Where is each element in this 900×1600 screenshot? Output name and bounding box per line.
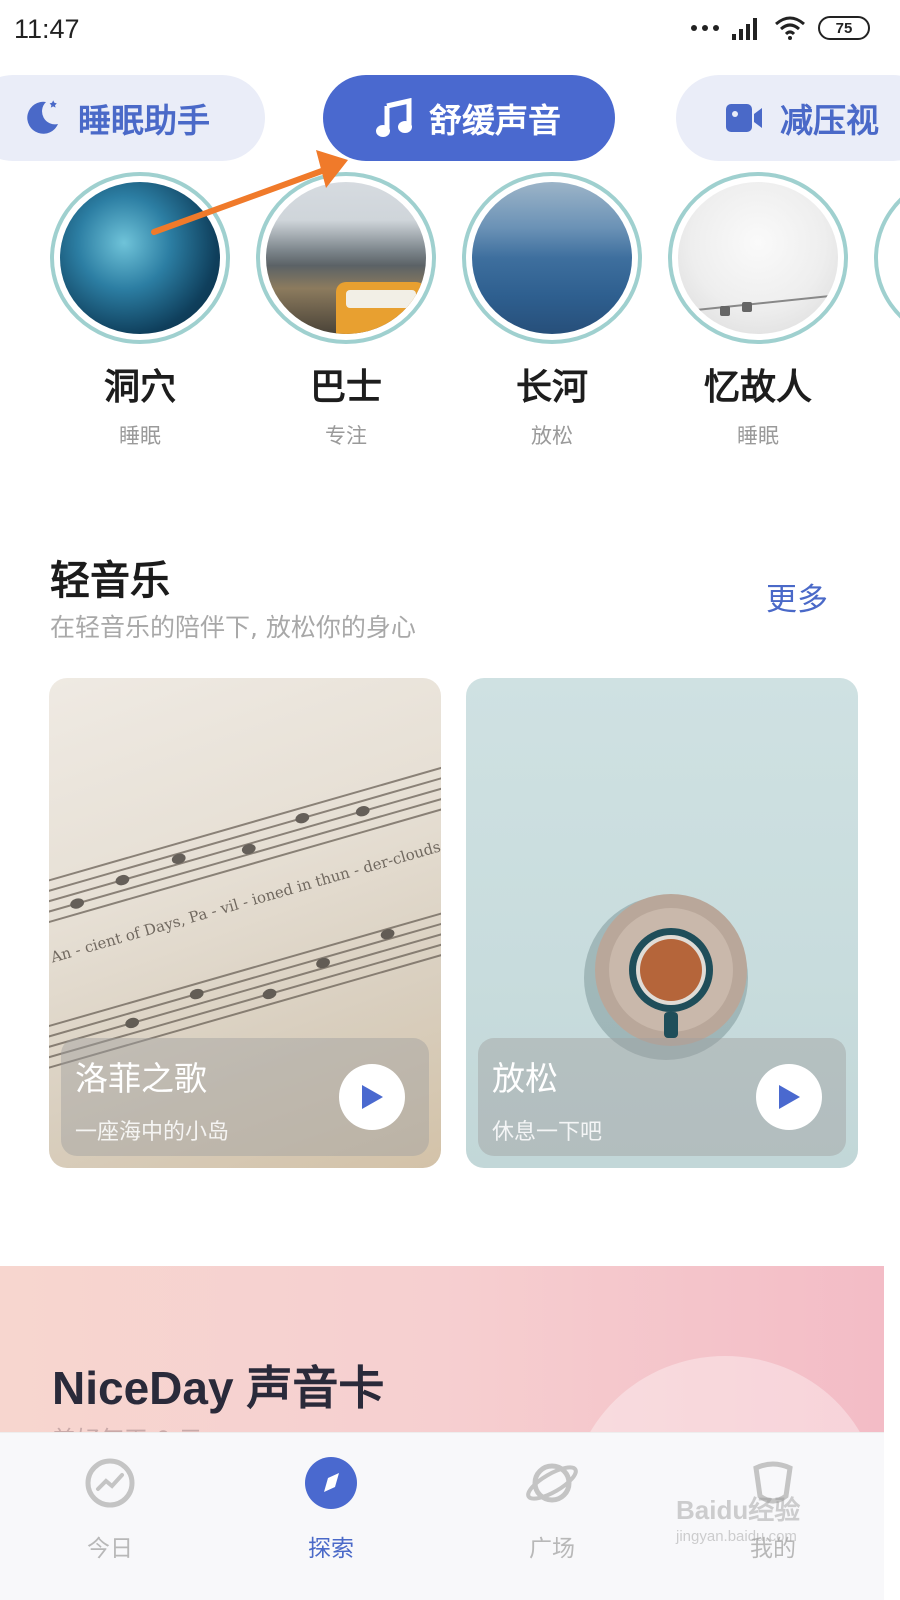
tab-label: 探索 [308, 1536, 354, 1562]
sound-name: 巴士 [309, 367, 382, 408]
music-note-icon [376, 98, 412, 137]
more-dots-icon [691, 25, 719, 31]
sound-thumbnail [462, 172, 642, 344]
card-info: 放松 休息一下吧 [478, 1038, 846, 1156]
play-button[interactable] [339, 1064, 405, 1130]
signal-icon [732, 18, 757, 40]
planet-icon [524, 1455, 580, 1511]
chip-stress-video[interactable]: 减压视 [676, 75, 900, 161]
tab-explore[interactable]: 探索 [261, 1433, 401, 1583]
sound-name: 忆故人 [703, 367, 812, 408]
sound-tag: 放松 [531, 424, 573, 448]
tab-label: 广场 [529, 1536, 575, 1562]
moon-icon [27, 100, 58, 134]
tab-today[interactable]: 今日 [40, 1433, 180, 1583]
card-info: 洛菲之歌 一座海中的小岛 [61, 1038, 429, 1156]
card-title: 放松 [492, 1059, 558, 1098]
sound-list: 洞穴 睡眠 巴士 专注 长河 放松 忆故人 睡眠 [0, 172, 900, 452]
sound-thumbnail [668, 172, 848, 344]
music-card-lofi[interactable]: An - cient of Days, Pa - vil - ioned in … [49, 678, 441, 1168]
card-title: 洛菲之歌 [75, 1059, 207, 1098]
trend-icon [82, 1455, 138, 1511]
watermark: Baidu经验 [676, 1495, 801, 1525]
chip-label: 睡眠助手 [78, 101, 210, 140]
compass-icon [303, 1455, 359, 1511]
play-icon [362, 1085, 383, 1109]
tab-square[interactable]: 广场 [482, 1433, 622, 1583]
status-icons: 75 [690, 16, 870, 40]
wifi-icon [775, 16, 805, 40]
sound-item-river[interactable]: 长河 放松 [462, 172, 642, 450]
music-card-relax[interactable]: 放松 休息一下吧 [466, 678, 858, 1168]
card-subtitle: 休息一下吧 [492, 1120, 603, 1145]
sound-name: 长河 [515, 367, 588, 408]
status-bar: 11:47 75 [0, 0, 900, 62]
banner-title: NiceDay 声音卡 [52, 1362, 385, 1414]
annotation-arrow [151, 150, 348, 235]
video-camera-icon [726, 104, 762, 132]
card-subtitle: 一座海中的小岛 [75, 1120, 230, 1145]
play-button[interactable] [756, 1064, 822, 1130]
more-link[interactable]: 更多 [766, 574, 828, 619]
sheet-lyrics: An - cient of Days, Pa - vil - ioned in … [49, 697, 441, 967]
chip-label: 减压视 [780, 101, 879, 140]
sound-item-partial[interactable] [874, 172, 900, 344]
battery-indicator: 75 [818, 16, 870, 40]
sound-name: 洞穴 [103, 367, 176, 408]
sound-item-old-friend[interactable]: 忆故人 睡眠 [668, 172, 848, 450]
chip-label: 舒缓声音 [429, 101, 561, 140]
watermark-url: jingyan.baidu.com [676, 1528, 797, 1545]
tab-label: 今日 [87, 1536, 133, 1562]
play-icon [779, 1085, 800, 1109]
sound-tag: 睡眠 [119, 424, 161, 448]
section-title: 轻音乐 [50, 558, 170, 604]
category-chips: 睡眠助手 舒缓声音 减压视 [0, 75, 900, 163]
sound-tag: 睡眠 [737, 424, 779, 448]
status-time: 11:47 [14, 14, 80, 44]
sound-tag: 专注 [325, 424, 367, 448]
section-subtitle: 在轻音乐的陪伴下, 放松你的身心 [50, 613, 416, 642]
